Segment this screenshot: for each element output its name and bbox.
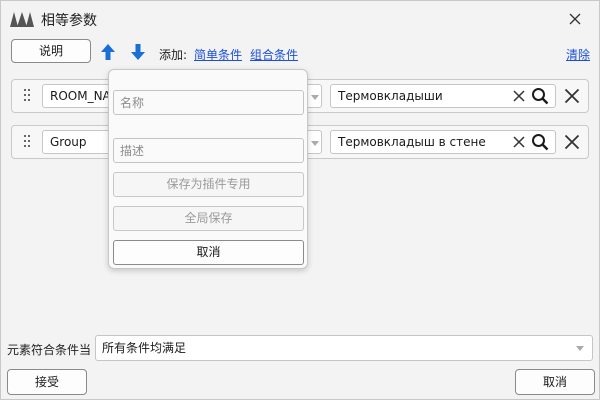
condition-mode-select[interactable]: 所有条件均满足 <box>95 335 593 361</box>
app-logo-icon <box>10 12 34 27</box>
explain-button[interactable]: 说明 <box>11 39 91 63</box>
name-input[interactable] <box>113 90 304 115</box>
accept-button[interactable]: 接受 <box>7 369 87 395</box>
compound-condition-link[interactable]: 组合条件 <box>250 46 298 63</box>
add-label: 添加: <box>159 48 188 62</box>
search-icon[interactable] <box>531 87 549 105</box>
close-icon[interactable] <box>567 11 583 27</box>
clear-link[interactable]: 清除 <box>566 46 590 63</box>
clear-x-icon[interactable] <box>513 90 525 102</box>
description-input[interactable] <box>113 138 304 163</box>
simple-condition-link[interactable]: 简单条件 <box>194 46 242 63</box>
arrow-up-icon[interactable] <box>100 43 116 61</box>
save-plugin-button[interactable]: 保存为插件专用 <box>113 172 304 197</box>
save-global-button[interactable]: 全局保存 <box>113 206 304 231</box>
dialog-window: 相等参数 说明 添加: 简单条件 组合条件 清除 ROOM_NA Термовк… <box>0 0 600 400</box>
clear-x-icon[interactable] <box>513 136 525 148</box>
chevron-down-icon[interactable] <box>311 141 319 146</box>
remove-row-icon[interactable] <box>564 88 580 104</box>
chevron-down-icon[interactable] <box>311 95 319 100</box>
remove-row-icon[interactable] <box>564 134 580 150</box>
condition-mode-value: 所有条件均满足 <box>102 341 187 355</box>
search-icon[interactable] <box>531 133 549 151</box>
save-preset-popup: 保存为插件专用 全局保存 取消 <box>108 69 308 269</box>
chevron-down-icon[interactable] <box>576 346 584 351</box>
arrow-down-icon[interactable] <box>130 43 146 61</box>
condition-label: 元素符合条件当 <box>7 343 92 357</box>
window-title: 相等参数 <box>41 13 97 29</box>
title-bar: 相等参数 <box>1 1 599 37</box>
cancel-button[interactable]: 取消 <box>515 369 595 395</box>
popup-cancel-button[interactable]: 取消 <box>113 240 304 265</box>
grip-icon[interactable] <box>24 89 30 105</box>
grip-icon[interactable] <box>24 135 30 151</box>
